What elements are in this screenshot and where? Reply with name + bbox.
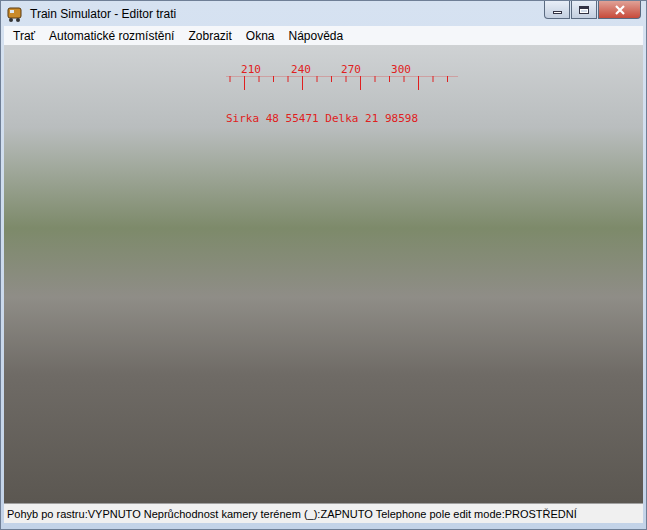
compass-tick: 270 (326, 63, 376, 76)
window-title: Train Simulator - Editor trati (30, 7, 538, 21)
window-controls (544, 1, 641, 19)
coordinates: Sirka 48 55471 Delka 21 98598 (226, 112, 426, 125)
close-icon (614, 5, 626, 15)
maximize-button[interactable] (571, 1, 597, 19)
app-window: Train Simulator - Editor trati TraťAutoma… (0, 0, 647, 530)
menu-item[interactable]: Zobrazit (181, 27, 238, 45)
minimize-button[interactable] (544, 1, 570, 19)
maximize-icon (579, 6, 589, 14)
status-text: Pohyb po rastru:VYPNUTO Neprůchodnost ka… (7, 508, 577, 520)
compass-ticks: 210240270300 (226, 63, 426, 76)
status-bar: Pohyb po rastru:VYPNUTO Neprůchodnost ka… (4, 503, 643, 523)
train-icon (6, 5, 24, 23)
menu-bar: TraťAutomatické rozmístěníZobrazitOknaNá… (4, 26, 643, 45)
title-bar: Train Simulator - Editor trati (4, 1, 643, 26)
compass-scale-icon (226, 76, 458, 90)
compass-tick: 300 (376, 63, 426, 76)
minimize-icon (553, 11, 562, 14)
compass-overlay: 210240270300 Sirka 48 55471 Delka 21 9859… (226, 63, 426, 125)
scene-viewport[interactable]: 210240270300 Sirka 48 55471 Delka 21 9859… (4, 45, 643, 503)
close-button[interactable] (598, 1, 641, 19)
compass-tick: 210 (226, 63, 276, 76)
menu-item[interactable]: Okna (239, 27, 282, 45)
menu-item[interactable]: Nápověda (282, 27, 351, 45)
compass-tick: 240 (276, 63, 326, 76)
menu-item[interactable]: Trať (6, 27, 42, 45)
menu-item[interactable]: Automatické rozmístění (42, 27, 181, 45)
